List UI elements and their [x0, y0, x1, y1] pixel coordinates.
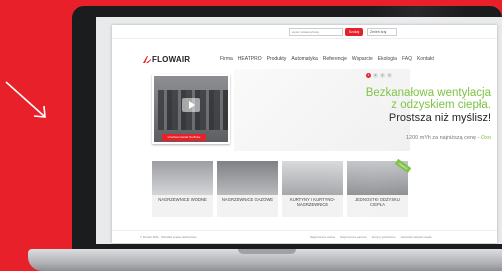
- play-icon[interactable]: [182, 98, 200, 112]
- product-label: NAGRZEWNICE GAZOWE: [221, 197, 274, 202]
- footer-link[interactable]: Jednostki odzysku ciepła: [401, 235, 432, 239]
- price-text: 1200 m³/h za najniższą cenę -: [406, 135, 481, 141]
- nav-item-produkty[interactable]: Produkty: [267, 56, 287, 62]
- nav-item-ekologia[interactable]: Ekologia: [378, 56, 397, 62]
- product-label: KURTYNY I KURTYNO-NAGRZEWNICE: [289, 197, 336, 207]
- hero-price: 1200 m³/h za najniższą cenę - Oxo: [406, 135, 491, 141]
- product-image: [282, 161, 343, 195]
- price-link[interactable]: Oxo: [481, 135, 491, 141]
- laptop-screen: wpisz szukaną frazę Szukaj Zmień kraj FL…: [96, 17, 502, 244]
- main-nav: Firma HEATPRO Produkty Automatyka Refere…: [220, 56, 434, 62]
- footer-links: Nagrzewnice wodne Nagrzewnice gazowe Kur…: [310, 235, 432, 239]
- product-card[interactable]: nowość JEDNOSTKI ODZYSKU CIEPŁA: [347, 158, 412, 217]
- top-bar: wpisz szukaną frazę Szukaj Zmień kraj: [112, 25, 497, 39]
- youtube-button[interactable]: Uruchom kanał YouTube: [162, 134, 206, 141]
- copyright: © Flowair 2011 · Wszelkie prawa zastrzeż…: [140, 235, 197, 239]
- hero-line-2: z odzyskiem ciepła.: [391, 99, 491, 111]
- footer-link[interactable]: Kurtyny powietrzne: [372, 235, 396, 239]
- laptop-notch: [238, 249, 296, 254]
- product-image: [152, 161, 213, 195]
- slider-pagination: 1 2 3 4: [366, 73, 392, 78]
- slider-dot[interactable]: 1: [366, 73, 371, 78]
- footer-link[interactable]: Nagrzewnice wodne: [310, 235, 335, 239]
- search-button[interactable]: Szukaj: [345, 28, 363, 36]
- nav-item-firma[interactable]: Firma: [220, 56, 233, 62]
- nav-item-automatyka[interactable]: Automatyka: [291, 56, 317, 62]
- product-grid: NAGRZEWNICE WODNE NAGRZEWNICE GAZOWE KUR…: [152, 158, 412, 217]
- nav-item-faq[interactable]: FAQ: [402, 56, 412, 62]
- website-page: wpisz szukaną frazę Szukaj Zmień kraj FL…: [112, 25, 497, 243]
- product-image: [217, 161, 278, 195]
- nav-item-referencje[interactable]: Referencje: [323, 56, 347, 62]
- nav-item-heatpro[interactable]: HEATPRO: [238, 56, 262, 62]
- footer: © Flowair 2011 · Wszelkie prawa zastrzeż…: [112, 230, 497, 243]
- slider-dot[interactable]: 2: [373, 73, 378, 78]
- flowair-logo-icon: [143, 56, 151, 63]
- logo-text[interactable]: FLOWAIR: [152, 55, 190, 64]
- hero-line-3: Prostsza niż myślisz!: [388, 112, 491, 124]
- nav-item-kontakt[interactable]: Kontakt: [417, 56, 434, 62]
- product-card[interactable]: NAGRZEWNICE GAZOWE: [217, 161, 278, 217]
- hero-headline: Bezkanałowa wentylacja z odzyskiem ciepł…: [366, 87, 491, 125]
- hero-video-thumbnail[interactable]: Uruchom kanał YouTube: [152, 74, 230, 144]
- country-select[interactable]: Zmień kraj: [367, 28, 397, 36]
- slider-dot[interactable]: 4: [387, 73, 392, 78]
- slider-dot[interactable]: 3: [380, 73, 385, 78]
- product-card[interactable]: NAGRZEWNICE WODNE: [152, 161, 213, 217]
- product-label: JEDNOSTKI ODZYSKU CIEPŁA: [355, 197, 400, 207]
- hero-line-1: Bezkanałowa wentylacja: [365, 87, 491, 99]
- nav-item-wsparcie[interactable]: Wsparcie: [352, 56, 373, 62]
- footer-link[interactable]: Nagrzewnice gazowe: [340, 235, 367, 239]
- product-card[interactable]: KURTYNY I KURTYNO-NAGRZEWNICE: [282, 161, 343, 217]
- search-input[interactable]: wpisz szukaną frazę: [289, 28, 343, 36]
- arrow-graphic: [5, 81, 46, 118]
- product-label: NAGRZEWNICE WODNE: [158, 197, 207, 202]
